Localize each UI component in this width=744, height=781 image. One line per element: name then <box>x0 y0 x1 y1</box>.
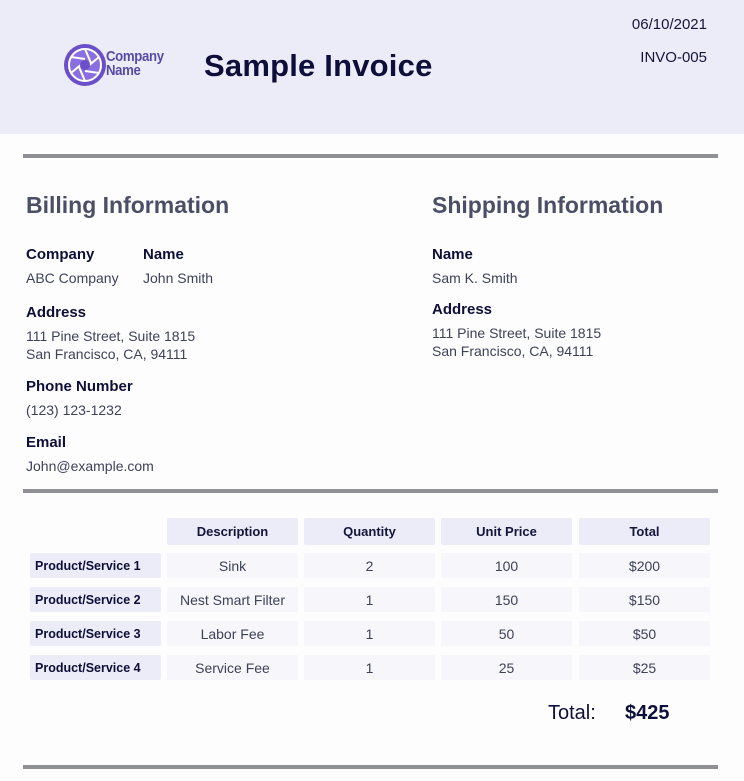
col-header-unit-price: Unit Price <box>441 518 572 545</box>
invoice-number: INVO-005 <box>640 49 707 66</box>
grand-total-value: $425 <box>625 702 670 724</box>
billing-name-value: John Smith <box>143 270 214 286</box>
table-cell-description: Sink <box>167 553 298 578</box>
table-cell-quantity: 1 <box>304 621 435 646</box>
billing-name-label: Name <box>143 246 184 263</box>
table-cell-quantity: 1 <box>304 587 435 612</box>
billing-email-value: John@example.com <box>26 458 154 474</box>
billing-address-line1: 111 Pine Street, Suite 1815 <box>26 328 196 344</box>
billing-address-line2: San Francisco, CA, 94111 <box>26 346 188 362</box>
table-cell-quantity: 2 <box>304 553 435 578</box>
table-row-label: Product/Service 1 <box>30 553 161 578</box>
invoice-header: Company Name Sample Invoice 06/10/2021 I… <box>0 0 744 134</box>
col-header-total: Total <box>579 518 710 545</box>
grand-total-label: Total: <box>548 702 596 724</box>
billing-email-label: Email <box>26 434 67 451</box>
billing-phone-label: Phone Number <box>26 378 133 395</box>
logo-text-line2: Name <box>106 62 141 79</box>
table-cell-description: Service Fee <box>167 655 298 680</box>
divider-top <box>23 154 718 158</box>
shipping-heading: Shipping Information <box>432 192 664 218</box>
divider-middle <box>23 489 718 493</box>
shipping-name-label: Name <box>432 246 473 263</box>
invoice-date: 06/10/2021 <box>631 16 707 33</box>
table-row-label: Product/Service 4 <box>30 655 161 680</box>
shipping-address-label: Address <box>432 301 493 318</box>
billing-heading: Billing Information <box>26 192 230 218</box>
col-header-description: Description <box>167 518 298 545</box>
shipping-address-line1: 111 Pine Street, Suite 1815 <box>432 325 602 341</box>
table-cell-quantity: 1 <box>304 655 435 680</box>
table-cell-description: Labor Fee <box>167 621 298 646</box>
shipping-name-value: Sam K. Smith <box>432 270 518 286</box>
table-cell-unit-price: 50 <box>441 621 572 646</box>
divider-bottom <box>23 765 718 769</box>
table-cell-description: Nest Smart Filter <box>167 587 298 612</box>
invoice-title: Sample Invoice <box>204 48 433 83</box>
table-cell-unit-price: 25 <box>441 655 572 680</box>
table-cell-total: $25 <box>579 655 710 680</box>
table-row-label: Product/Service 3 <box>30 621 161 646</box>
table-cell-total: $50 <box>579 621 710 646</box>
billing-phone-value: (123) 123-1232 <box>26 402 122 418</box>
table-row-label: Product/Service 2 <box>30 587 161 612</box>
billing-company-value: ABC Company <box>26 270 119 286</box>
company-logo-text: Company Name <box>106 49 164 79</box>
billing-address-label: Address <box>26 304 87 321</box>
shipping-address-line2: San Francisco, CA, 94111 <box>432 343 594 359</box>
table-cell-unit-price: 150 <box>441 587 572 612</box>
col-header-quantity: Quantity <box>304 518 435 545</box>
camera-aperture-logo-icon <box>64 44 106 86</box>
table-cell-total: $200 <box>579 553 710 578</box>
table-cell-unit-price: 100 <box>441 553 572 578</box>
table-cell-total: $150 <box>579 587 710 612</box>
billing-company-label: Company <box>26 246 95 263</box>
